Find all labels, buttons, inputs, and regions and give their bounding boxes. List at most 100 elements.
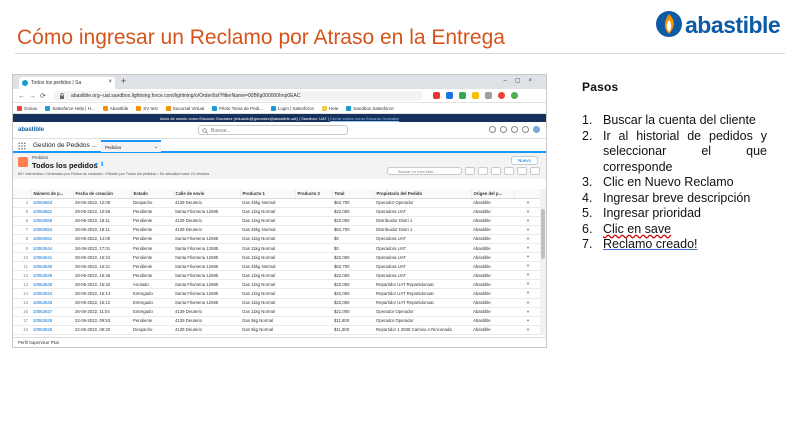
table-row[interactable]: 14 10063634 28-06-2022, 15:14 Entregado Sant… bbox=[13, 288, 542, 299]
list-settings-gear-icon[interactable] bbox=[465, 167, 475, 175]
row-actions-chevron-icon[interactable]: ▾ bbox=[514, 234, 542, 244]
table-row[interactable]: 16 10063627 26-06-2022, 11:04 Entregado 4139… bbox=[13, 307, 542, 317]
row-actions-chevron-icon[interactable]: ▾ bbox=[514, 298, 542, 308]
bookmark-item[interactable]: SV test bbox=[136, 105, 158, 111]
extension-icon[interactable] bbox=[485, 92, 492, 99]
table-row[interactable]: 8 10063651 28-06-2022, 14:00 Pendiente Santa… bbox=[13, 234, 542, 244]
bookmark-item[interactable]: Sucursal Virtual bbox=[165, 105, 204, 111]
filter-icon[interactable] bbox=[530, 167, 540, 175]
extension-icon[interactable] bbox=[472, 92, 479, 99]
bookmark-item[interactable]: Salesforce Help | H... bbox=[45, 105, 95, 111]
order-number-link[interactable]: 10063633 bbox=[31, 298, 73, 308]
column-header[interactable]: Producto 1 bbox=[240, 189, 296, 199]
notifications-bell-icon[interactable] bbox=[522, 126, 529, 133]
new-tab-icon[interactable]: + bbox=[121, 76, 126, 86]
order-number-link[interactable]: 10063651 bbox=[31, 234, 73, 244]
table-row[interactable]: 13 10063635 28-06-2022, 15:32 Anulado Santa … bbox=[13, 279, 542, 290]
bookmark-item[interactable]: Gmiao bbox=[17, 105, 37, 111]
new-order-button[interactable]: Nuevo bbox=[510, 156, 538, 165]
row-actions-chevron-icon[interactable]: ▾ bbox=[514, 261, 542, 272]
table-row[interactable]: 6 10063655 28-06-2022, 18:11 Pendiente 4139 … bbox=[13, 216, 542, 226]
profile-avatar[interactable] bbox=[511, 92, 518, 99]
order-number-link[interactable]: 10063654 bbox=[31, 225, 73, 235]
list-search-input[interactable]: Buscar en esta lista... bbox=[387, 167, 462, 175]
bookmark-item[interactable]: Login | Salesforce bbox=[270, 105, 314, 111]
bookmark-item[interactable]: Sandbox Salesforce bbox=[346, 105, 394, 111]
help-icon[interactable] bbox=[511, 126, 518, 133]
app-launcher-icon[interactable] bbox=[18, 142, 26, 150]
browser-tab[interactable]: Todos los pedidos | Sa × bbox=[19, 77, 115, 89]
table-scrollbar[interactable] bbox=[540, 189, 546, 335]
table-row[interactable]: 11 10063640 28-06-2022, 16:21 Pendiente Sant… bbox=[13, 261, 542, 272]
extension-icon[interactable] bbox=[433, 92, 440, 99]
order-number-link[interactable]: 10063625 bbox=[31, 325, 73, 335]
close-tab-icon[interactable]: × bbox=[108, 79, 112, 85]
row-actions-chevron-icon[interactable]: ▾ bbox=[514, 307, 542, 317]
row-actions-chevron-icon[interactable]: ▾ bbox=[514, 216, 542, 226]
order-number-link[interactable]: 10063634 bbox=[31, 288, 73, 299]
row-actions-chevron-icon[interactable]: ▾ bbox=[514, 316, 542, 326]
table-row[interactable]: 15 10063633 28-06-2022, 15:12 Entregado Sant… bbox=[13, 298, 542, 308]
bookmark-item[interactable]: Piloto Toma de Pedi... bbox=[212, 105, 263, 111]
chevron-down-icon[interactable]: ⌄ bbox=[154, 144, 158, 150]
chart-icon[interactable] bbox=[517, 167, 527, 175]
table-row[interactable]: 9 10063644 28-06-2022, 17:01 Pendiente Santa… bbox=[13, 243, 542, 254]
column-header[interactable]: Propietario del Pedido bbox=[374, 189, 472, 199]
column-header[interactable]: Calle de envío bbox=[173, 189, 241, 199]
order-number-link[interactable]: 10063644 bbox=[31, 243, 73, 254]
list-view-picker-icon[interactable]: ▾ ⬇ bbox=[95, 161, 105, 168]
nav-buttons[interactable]: ←→⟳ bbox=[18, 92, 50, 100]
column-header[interactable]: Total bbox=[332, 189, 375, 199]
order-number-link[interactable]: 10063640 bbox=[31, 261, 73, 272]
table-row[interactable]: 18 10063625 22-06-2022, 09:20 Despacho 4139 … bbox=[13, 325, 542, 335]
row-actions-chevron-icon[interactable]: ▾ bbox=[514, 225, 542, 235]
bookmark-item[interactable]: Hete bbox=[321, 105, 338, 111]
row-actions-chevron-icon[interactable]: ▾ bbox=[514, 279, 542, 290]
user-avatar[interactable] bbox=[533, 126, 540, 133]
order-number-link[interactable]: 10063635 bbox=[31, 279, 73, 290]
column-header[interactable]: Fecha de creación bbox=[73, 189, 132, 199]
utility-bar-item[interactable]: Perfil Supervisor Plus bbox=[18, 340, 59, 345]
display-as-table-icon[interactable] bbox=[478, 167, 488, 175]
profile-avatar[interactable] bbox=[498, 92, 505, 99]
table-row[interactable]: 7 10063654 28-06-2022, 18:11 Pendiente 4139 … bbox=[13, 225, 542, 235]
order-number-link[interactable]: 10063655 bbox=[31, 216, 73, 226]
row-actions-chevron-icon[interactable]: ▾ bbox=[514, 325, 542, 335]
table-row[interactable]: 12 10063639 28-06-2022, 15:46 Pendiente Sant… bbox=[13, 270, 542, 281]
logout-as-link[interactable]: Cerrar sesión como Eduardo Gonzalez bbox=[330, 116, 399, 121]
table-row[interactable]: 10 10063641 28-06-2022, 16:24 Pendiente Sant… bbox=[13, 252, 542, 263]
column-header[interactable]: Número de p... bbox=[31, 189, 74, 199]
column-header[interactable]: Origen del p... bbox=[471, 189, 515, 199]
order-number-link[interactable]: 10063662 bbox=[31, 207, 73, 217]
tab-pedidos[interactable]: Pedidos ⌄ bbox=[101, 140, 161, 152]
window-controls[interactable]: –▢× bbox=[503, 77, 540, 84]
order-number-link[interactable]: 10063626 bbox=[31, 316, 73, 326]
row-actions-chevron-icon[interactable]: ▾ bbox=[514, 288, 542, 299]
table-cell: 28-06-2022, 15:14 bbox=[73, 288, 131, 299]
column-header[interactable]: Estado bbox=[131, 189, 174, 199]
edit-list-icon[interactable] bbox=[504, 167, 514, 175]
scrollbar-thumb[interactable] bbox=[541, 209, 545, 259]
setup-gear-icon[interactable] bbox=[500, 126, 507, 133]
favorites-icon[interactable] bbox=[489, 126, 496, 133]
order-number-link[interactable]: 10063641 bbox=[31, 252, 73, 263]
order-number-link[interactable]: 10063663 bbox=[31, 198, 73, 208]
table-row[interactable]: 17 10063626 22-06-2022, 09:53 Pendiente 4139… bbox=[13, 316, 542, 326]
bookmark-item[interactable]: Abastible bbox=[102, 105, 128, 111]
table-row[interactable]: 5 10063662 29-06-2022, 10:59 Pendiente Santa… bbox=[13, 207, 542, 217]
global-search-input[interactable]: Buscar... bbox=[198, 125, 348, 135]
row-actions-chevron-icon[interactable]: ▾ bbox=[514, 243, 542, 254]
order-number-link[interactable]: 10063627 bbox=[31, 307, 73, 317]
extension-icon[interactable] bbox=[446, 92, 453, 99]
row-actions-chevron-icon[interactable]: ▾ bbox=[514, 270, 542, 281]
refresh-icon[interactable] bbox=[491, 167, 501, 175]
list-view-title[interactable]: Todos los pedidos bbox=[32, 161, 98, 170]
column-header[interactable]: Producto 2 bbox=[295, 189, 333, 199]
table-row[interactable]: 4 10063663 29-06-2022, 12:08 Despacho 4139 D… bbox=[13, 198, 542, 208]
row-actions-chevron-icon[interactable]: ▾ bbox=[514, 207, 542, 217]
url-input[interactable]: abastible.org--uat.sandbox.lightning.for… bbox=[53, 91, 423, 101]
row-actions-chevron-icon[interactable]: ▾ bbox=[514, 198, 542, 208]
order-number-link[interactable]: 10063639 bbox=[31, 270, 73, 281]
row-actions-chevron-icon[interactable]: ▾ bbox=[514, 252, 542, 263]
extension-icon[interactable] bbox=[459, 92, 466, 99]
